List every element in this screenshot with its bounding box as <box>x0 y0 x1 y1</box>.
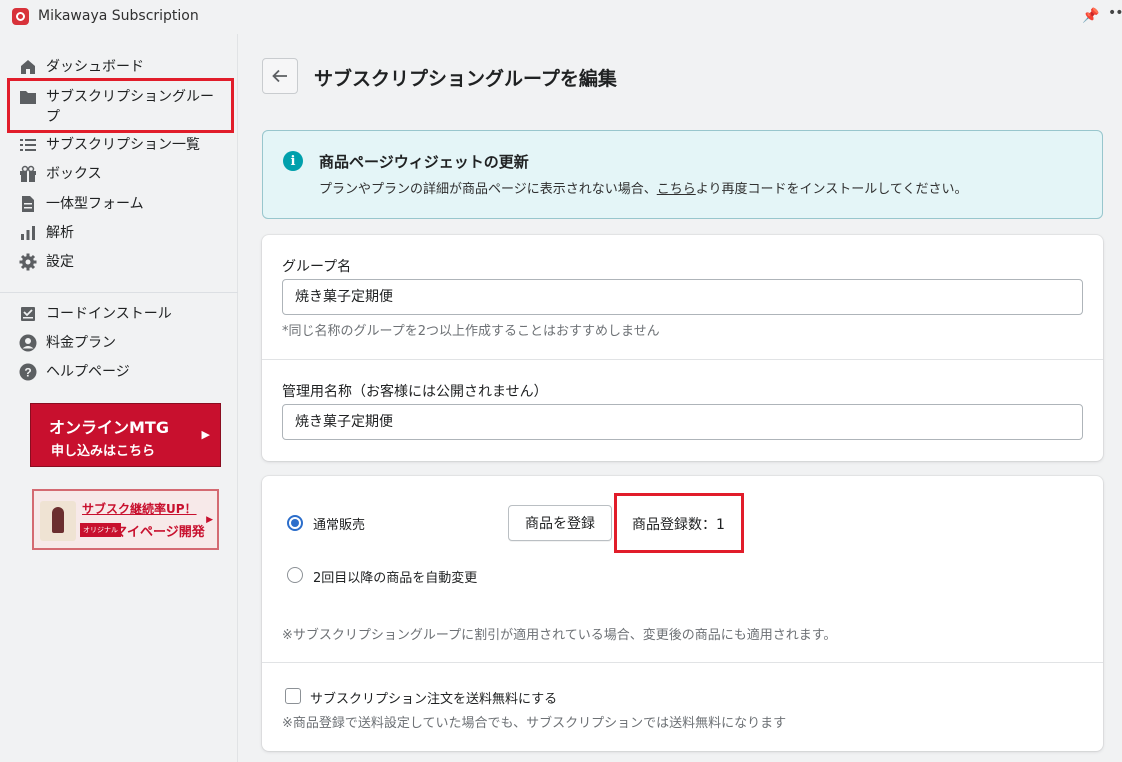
sidebar-item-dashboard[interactable]: ダッシュボード <box>18 57 144 77</box>
sidebar-item-subscription-list[interactable]: サブスクリプション一覧 <box>18 135 200 155</box>
home-icon <box>18 57 38 77</box>
highlight-box-sidebar <box>7 78 234 133</box>
sidebar: ダッシュボード サブスクリプショングループ サブスクリプション一覧 ボックス 一… <box>0 34 238 762</box>
admin-name-label: 管理用名称（お客様には公開されません） <box>282 384 548 400</box>
info-icon: i <box>283 151 303 171</box>
sidebar-item-label: 一体型フォーム <box>46 196 144 212</box>
free-shipping-checkbox[interactable] <box>285 688 301 704</box>
sidebar-item-label: ダッシュボード <box>46 59 144 75</box>
bar-chart-icon <box>18 223 38 243</box>
card-divider <box>262 359 1103 360</box>
sidebar-item-code-install[interactable]: コードインストール <box>18 304 172 324</box>
list-icon <box>18 135 38 155</box>
registered-count: 商品登録数：1 <box>632 517 725 533</box>
group-name-input[interactable]: 焼き菓子定期便 <box>282 279 1083 315</box>
radio-auto-change[interactable] <box>287 567 303 583</box>
card-divider <box>262 662 1103 663</box>
svg-text:?: ? <box>24 366 31 380</box>
info-banner-text: より再度コードをインストールしてください。 <box>695 182 968 197</box>
mypage-banner[interactable]: サブスク継続率UP！ オリジナル マイページ開発 ▶ <box>32 489 219 550</box>
sidebar-item-settings[interactable]: 設定 <box>18 252 74 272</box>
triangle-right-icon: ▶ <box>201 428 210 441</box>
banner-mypage-subtitle: マイページ開発 <box>114 525 205 540</box>
gear-icon <box>18 252 38 272</box>
help-icon: ? <box>18 362 38 382</box>
sidebar-item-label: ヘルプページ <box>46 364 130 380</box>
banner-mypage-title: サブスク継続率UP！ <box>82 502 197 516</box>
title-bar: Mikawaya Subscription 📌 ••• <box>0 0 1122 34</box>
free-shipping-note: ※商品登録で送料設定していた場合でも、サブスクリプションでは送料無料になります <box>282 716 787 731</box>
admin-name-input[interactable]: 焼き菓子定期便 <box>282 404 1083 440</box>
sidebar-item-label: ボックス <box>46 166 102 182</box>
install-icon <box>18 304 38 324</box>
document-icon <box>18 194 38 214</box>
online-mtg-banner[interactable]: オンラインMTG 申し込みはこちら ▶ <box>30 403 221 467</box>
app-title: Mikawaya Subscription <box>38 8 199 24</box>
page-title: サブスクリプショングループを編集 <box>314 68 617 90</box>
register-product-button[interactable]: 商品を登録 <box>508 505 612 541</box>
sidebar-item-box[interactable]: ボックス <box>18 164 102 184</box>
more-options-icon[interactable]: ••• <box>1108 5 1122 21</box>
group-name-help: *同じ名称のグループを2つ以上作成することはおすすめしません <box>282 324 660 339</box>
app-logo-icon <box>12 8 29 25</box>
radio-auto-change-label: 2回目以降の商品を自動変更 <box>313 571 478 586</box>
group-name-label: グループ名 <box>282 259 352 275</box>
sidebar-item-help[interactable]: ? ヘルプページ <box>18 362 130 382</box>
sidebar-divider <box>0 292 238 293</box>
sidebar-item-label: 料金プラン <box>46 335 116 351</box>
radio-normal-sale-label: 通常販売 <box>313 518 366 533</box>
back-button[interactable] <box>262 58 298 94</box>
arrow-left-icon <box>272 69 287 83</box>
pin-icon[interactable]: 📌 <box>1082 8 1099 24</box>
sidebar-item-form[interactable]: 一体型フォーム <box>18 194 144 214</box>
sidebar-item-label: 解析 <box>46 225 74 241</box>
info-banner-body: プランやプランの詳細が商品ページに表示されない場合、こちらより再度コードをインス… <box>319 178 967 197</box>
gift-icon <box>18 164 38 184</box>
sidebar-item-pricing[interactable]: 料金プラン <box>18 333 116 353</box>
banner-mtg-title: オンラインMTG <box>49 418 169 437</box>
info-banner: i 商品ページウィジェットの更新 プランやプランの詳細が商品ページに表示されない… <box>262 130 1103 219</box>
person-illustration <box>40 501 76 541</box>
discount-note: ※サブスクリプショングループに割引が適用されている場合、変更後の商品にも適用され… <box>282 628 837 643</box>
sidebar-item-label: コードインストール <box>46 306 172 322</box>
user-icon <box>18 333 38 353</box>
free-shipping-label: サブスクリプション注文を送料無料にする <box>310 692 558 707</box>
radio-normal-sale[interactable] <box>287 515 303 531</box>
sidebar-item-analytics[interactable]: 解析 <box>18 223 74 243</box>
group-info-card: グループ名 焼き菓子定期便 *同じ名称のグループを2つ以上作成することはおすすめ… <box>262 235 1103 461</box>
info-banner-text: プランやプランの詳細が商品ページに表示されない場合、 <box>319 182 657 197</box>
sidebar-item-label: 設定 <box>46 254 74 270</box>
banner-mtg-subtitle: 申し込みはこちら <box>51 444 156 459</box>
sidebar-item-label: サブスクリプション一覧 <box>46 137 200 153</box>
info-banner-link[interactable]: こちら <box>657 182 696 197</box>
triangle-right-icon: ▶ <box>206 515 213 525</box>
info-banner-title: 商品ページウィジェットの更新 <box>319 153 529 171</box>
